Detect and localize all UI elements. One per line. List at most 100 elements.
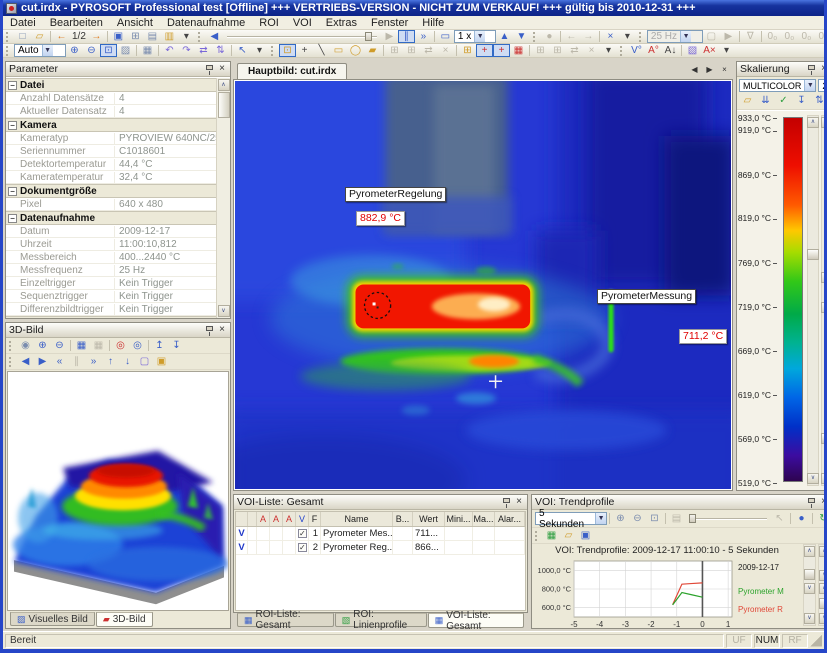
roi-edit-button[interactable]: ⊞ <box>459 44 476 57</box>
voi-delete-button[interactable]: × <box>583 44 600 57</box>
param-row[interactable]: SequenztriggerKein Trigger <box>6 290 216 303</box>
scroll-up-icon[interactable]: ∧ <box>218 79 230 91</box>
col-visible-icon[interactable]: V <box>296 512 309 526</box>
trend-zoom-in-button[interactable]: ⊕ <box>612 512 629 525</box>
param-row[interactable]: SeriennummerC1018601 <box>6 145 216 158</box>
tab-3d-bild[interactable]: ▰ 3D-Bild <box>96 612 153 627</box>
toolbar-overflow-button[interactable]: ▾ <box>718 44 735 57</box>
scroll-up-icon[interactable]: ∧ <box>819 546 827 557</box>
param-row[interactable]: Aktueller Datensatz4 <box>6 105 216 118</box>
interval-select[interactable]: 5 Sekunden ▼ <box>535 512 607 525</box>
digital-io-button-3[interactable]: 0₀ <box>798 30 815 43</box>
rotate-target-button[interactable]: ◎ <box>112 339 129 352</box>
menu-fenster[interactable]: Fenster <box>364 17 415 29</box>
tab-scroll-left-icon[interactable]: ◀ <box>688 63 701 76</box>
param-row[interactable]: KameratypPYROVIEW 640NC/25HZ/17 X13 <box>6 132 216 145</box>
trigger-button[interactable]: ∇ <box>742 30 759 43</box>
open-file-button[interactable]: ▱ <box>31 30 48 43</box>
voi-duplicate-button[interactable]: ⊞ <box>549 44 566 57</box>
roi-duplicate-button[interactable]: ⊞ <box>403 44 420 57</box>
param-row[interactable]: Pixel640 x 480 <box>6 198 216 211</box>
flip-vertical-button[interactable]: ⇅ <box>212 44 229 57</box>
tab-hauptbild[interactable]: Hauptbild: cut.irdx <box>237 63 347 79</box>
levels-select[interactable]: 256 ▼ <box>818 79 827 92</box>
scroll-down-icon[interactable]: ∨ <box>819 613 827 624</box>
trend-slider-thumb[interactable] <box>689 514 696 523</box>
show-image-button[interactable]: ▨ <box>117 44 134 57</box>
col-name[interactable]: Name <box>321 512 393 526</box>
reset-view-button[interactable]: ◉ <box>17 339 34 352</box>
copy-button[interactable]: ⊞ <box>127 30 144 43</box>
col-io[interactable]: IO-P... <box>525 512 526 526</box>
rotate-right-button[interactable]: ↷ <box>178 44 195 57</box>
roi-copy-button[interactable]: ⊞ <box>386 44 403 57</box>
single-shot-button[interactable]: ▢ <box>703 30 720 43</box>
close-icon[interactable]: × <box>819 497 827 507</box>
scroll-thumb[interactable] <box>218 92 230 118</box>
scroll-down-icon[interactable]: ∨ <box>819 570 827 581</box>
speed-down-button[interactable]: ▼ <box>513 30 530 43</box>
tab-visuelles-bild[interactable]: ▨ Visuelles Bild <box>10 612 95 626</box>
digital-io-button-1[interactable]: 0₀ <box>764 30 781 43</box>
zoom-level-select[interactable]: Auto ▼ <box>14 44 66 57</box>
param-section-messobjekt[interactable]: −Messobjekt <box>6 316 216 318</box>
col-f[interactable]: F <box>309 512 321 526</box>
digital-io-button-4[interactable]: 0₀ <box>815 30 827 43</box>
nav-forward-button[interactable]: → <box>580 30 597 43</box>
visible-checkbox[interactable]: ✓ <box>298 529 307 538</box>
trend-zoom-fit-button[interactable]: ⊡ <box>646 512 663 525</box>
param-row[interactable]: Anzahl Datensätze4 <box>6 92 216 105</box>
param-section-dokumentgroesse[interactable]: −Dokumentgröße <box>6 184 216 198</box>
menu-voi[interactable]: VOI <box>286 17 319 29</box>
collapse-icon[interactable]: − <box>8 121 17 130</box>
voi-row-2[interactable]: V ✓ 2 Pyrometer Reg... 866... <box>236 541 525 555</box>
col-b[interactable]: B... <box>393 512 413 526</box>
pin-icon[interactable] <box>503 498 510 503</box>
slider-thumb[interactable] <box>821 433 827 444</box>
voi-values-button[interactable]: V° <box>628 44 645 57</box>
roi-point-tool-button[interactable]: + <box>296 44 313 57</box>
roi-delete-button[interactable]: × <box>437 44 454 57</box>
scroll-thumb[interactable] <box>819 598 827 609</box>
pin-icon[interactable] <box>206 65 213 70</box>
annotation-temp-messung[interactable]: 711,2 °C <box>679 329 727 344</box>
scale-max-slider[interactable]: ∧ ∨ <box>807 115 819 486</box>
col-blank[interactable] <box>248 512 257 526</box>
trend-zoom-out-button[interactable]: ⊖ <box>629 512 646 525</box>
timeline-slider[interactable] <box>227 32 377 41</box>
grid-on-button[interactable]: ▦ <box>73 339 90 352</box>
show-grid-button[interactable]: ▦ <box>139 44 156 57</box>
record-button[interactable]: ● <box>541 30 558 43</box>
voi-chart-button[interactable]: ▧ <box>684 44 701 57</box>
nav-back-button[interactable]: ← <box>563 30 580 43</box>
close-icon[interactable]: × <box>718 63 731 76</box>
toolbar-grip[interactable] <box>9 341 14 351</box>
zoom-in-3d-button[interactable]: ⊕ <box>34 339 51 352</box>
scale-auto-button[interactable]: ⇊ <box>757 94 774 107</box>
slider-down-icon[interactable]: ∨ <box>821 272 827 283</box>
fast-forward-button[interactable]: » <box>415 30 432 43</box>
scale-min-slider[interactable]: ∧ ∨ ∧ ∨ <box>821 115 827 486</box>
param-row[interactable]: Uhrzeit11:00:10,812 <box>6 238 216 251</box>
collapse-icon[interactable]: − <box>8 187 17 196</box>
previous-dataset-button[interactable]: ← <box>53 30 70 43</box>
toolbar-grip[interactable] <box>639 32 644 42</box>
scale-swap-button[interactable]: ⇅ <box>811 94 827 107</box>
delete-dataset-button[interactable]: × <box>602 30 619 43</box>
snapshot-3d-button[interactable]: ▢ <box>136 355 153 368</box>
roi-mirror-button[interactable]: ⇄ <box>420 44 437 57</box>
scroll-down-icon[interactable]: ∨ <box>804 583 815 594</box>
frequency-select[interactable]: 25 Hz ▼ <box>647 30 703 43</box>
col-blank[interactable] <box>236 512 248 526</box>
trend-slider[interactable] <box>689 514 767 523</box>
trend-sphere-button[interactable]: ● <box>793 512 810 525</box>
scroll-thumb[interactable] <box>804 569 815 580</box>
lower-surface-button[interactable]: ↧ <box>168 339 185 352</box>
col-ma[interactable]: Ma... <box>473 512 495 526</box>
scroll-up-icon[interactable]: ∧ <box>819 583 827 594</box>
param-row[interactable]: EinzeltriggerKein Trigger <box>6 277 216 290</box>
save-button[interactable]: ▣ <box>110 30 127 43</box>
toolbar-grip[interactable] <box>6 46 11 56</box>
scroll-up-icon[interactable]: ∧ <box>804 546 815 557</box>
toolbar-grip[interactable] <box>9 357 14 367</box>
